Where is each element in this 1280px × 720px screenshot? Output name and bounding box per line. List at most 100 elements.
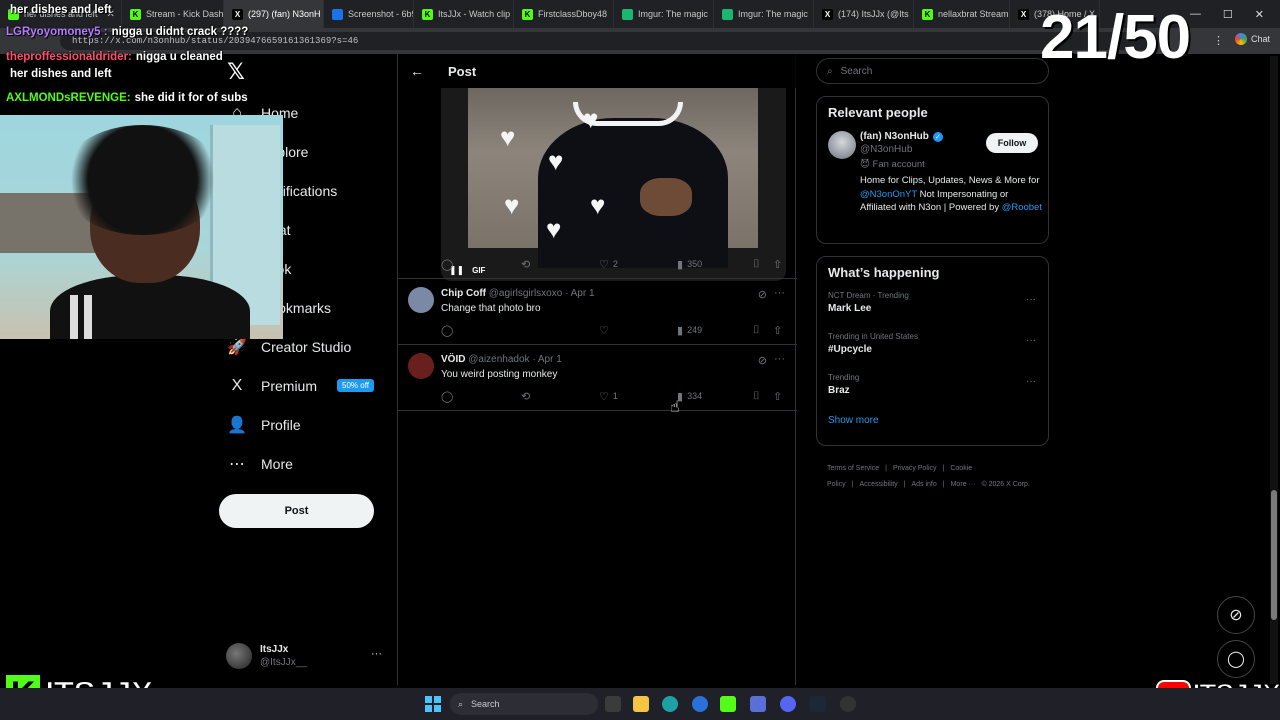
footer-link[interactable]: © 2026 X Corp. xyxy=(981,481,1029,488)
tab-favicon-icon: K xyxy=(522,8,533,20)
chat-text: she did it for of subs xyxy=(134,92,248,104)
show-more-link[interactable]: Show more xyxy=(817,411,1048,436)
more-options-icon[interactable]: ··· xyxy=(774,353,785,365)
views-action[interactable]: ▮ 350 xyxy=(677,258,753,271)
search-icon: ⌕ xyxy=(827,65,833,77)
views-action[interactable]: ▮ 249 xyxy=(677,324,753,337)
browser-menu-icon[interactable]: ⋮ xyxy=(1213,34,1224,47)
chat-button[interactable]: Chat xyxy=(1234,33,1270,45)
like-action[interactable]: ♡ 2 xyxy=(599,258,677,271)
bookmark-icon: ⌷ xyxy=(753,323,760,336)
browser-tab[interactable]: Imgur: The magic✕ xyxy=(614,0,714,28)
reply-action[interactable]: ◯ xyxy=(441,258,521,271)
account-more-icon[interactable]: ··· xyxy=(371,648,382,660)
bookmark-action[interactable]: ⌷ xyxy=(753,390,773,403)
footer-link[interactable]: Ads info xyxy=(911,481,936,488)
nav-item-more[interactable]: ⋯ More xyxy=(218,444,393,483)
share-action[interactable]: ⇧ xyxy=(773,324,782,337)
windows-start-icon[interactable] xyxy=(425,696,441,712)
repost-icon: ⟲ xyxy=(521,258,531,271)
reply-icon: ◯ xyxy=(441,324,454,337)
discord-icon[interactable] xyxy=(780,696,796,712)
follow-button[interactable]: Follow xyxy=(986,133,1038,153)
reply-post[interactable]: VÖID @aizenhadok · Apr 1 ⊘ ··· You weird… xyxy=(398,345,797,411)
footer-link[interactable]: Terms of Service xyxy=(827,465,879,472)
mention-link[interactable]: @Roobet xyxy=(1002,202,1042,213)
search-input[interactable]: ⌕ Search xyxy=(816,58,1049,84)
app-icon[interactable] xyxy=(692,696,708,712)
task-view-icon[interactable] xyxy=(605,696,621,712)
more-options-icon[interactable]: ··· xyxy=(1026,335,1036,346)
more-options-icon[interactable]: ··· xyxy=(1026,294,1036,305)
browser-tab[interactable]: KItsJJx - Watch clip✕ xyxy=(414,0,514,28)
reply-author-handle: @agirlsgirlsxoxo xyxy=(488,288,563,299)
nav-item-premium[interactable]: X Premium 50% off xyxy=(218,366,393,405)
nav-item-profile[interactable]: 👤 Profile xyxy=(218,405,393,444)
steam-icon[interactable] xyxy=(810,696,826,712)
repost-action[interactable]: ⟲ xyxy=(521,258,599,271)
grok-analyze-icon[interactable]: ⊘ xyxy=(758,288,767,301)
footer-separator: | xyxy=(942,481,945,488)
minimize-icon[interactable]: — xyxy=(1190,8,1201,20)
bio-text: Home for Clips, Updates, News & More for xyxy=(860,175,1040,186)
reply-date: · Apr 1 xyxy=(532,354,562,365)
trend-item[interactable]: NCT Dream · Trending Mark Lee ··· xyxy=(817,288,1048,329)
browser-tab[interactable]: KFirstclassDboy48✕ xyxy=(514,0,614,28)
kick-app-icon[interactable] xyxy=(720,696,736,712)
mention-link[interactable]: @N3onOnYT xyxy=(860,189,917,200)
trend-item[interactable]: Trending Braz ··· xyxy=(817,370,1048,411)
reply-action[interactable]: ◯ xyxy=(441,324,521,337)
share-action[interactable]: ⇧ xyxy=(773,258,782,271)
avatar[interactable] xyxy=(828,131,856,159)
footer-link[interactable]: Accessibility xyxy=(860,481,898,488)
like-action[interactable]: ♡ 1 xyxy=(599,390,677,403)
reply-action[interactable]: ◯ xyxy=(441,390,521,403)
more-options-icon[interactable]: ··· xyxy=(1026,376,1036,387)
repost-action[interactable]: ⟲ xyxy=(521,390,599,403)
maximize-icon[interactable]: ☐ xyxy=(1223,8,1233,21)
taskbar-search[interactable]: ⌕ Search xyxy=(450,693,598,715)
reply-author-handle: @aizenhadok xyxy=(468,354,530,365)
close-window-icon[interactable]: ✕ xyxy=(1255,8,1264,21)
post-gif[interactable]: ♥ ♥ ♥ ♥ ♥ ♥ ❚❚ GIF xyxy=(441,88,786,281)
like-action[interactable]: ♡ xyxy=(599,324,677,337)
browser-tab[interactable]: Screenshot - 6b9✕ xyxy=(324,0,414,28)
reply-post[interactable]: Chip Coff @agirlsgirlsxoxo · Apr 1 ⊘ ···… xyxy=(398,279,797,345)
post-button[interactable]: Post xyxy=(219,494,374,528)
tab-label: nellaxbrat Stream xyxy=(938,9,1009,19)
footer-link[interactable]: Privacy Policy xyxy=(893,465,937,472)
file-explorer-icon[interactable] xyxy=(633,696,649,712)
reply-author-name[interactable]: VÖID xyxy=(441,354,465,365)
browser-tab[interactable]: Knellaxbrat Stream✕ xyxy=(914,0,1010,28)
tab-label: FirstclassDboy48 xyxy=(538,9,608,19)
heart-outline-icon: ♡ xyxy=(599,390,609,403)
relevant-person[interactable]: (fan) N3onHub ✓ @N3onHub Follow 😈 Fan ac… xyxy=(817,128,1048,238)
browser-tab[interactable]: Imgur: The magic✕ xyxy=(714,0,814,28)
reply-author-name[interactable]: Chip Coff xyxy=(441,288,486,299)
trend-item[interactable]: Trending in United States #Upcycle ··· xyxy=(817,329,1048,370)
tab-favicon-icon: X xyxy=(1018,8,1029,20)
back-arrow-icon[interactable]: ← xyxy=(410,63,424,79)
bookmark-icon: ⌷ xyxy=(753,389,760,402)
fan-account-label: 😈 Fan account xyxy=(860,159,925,170)
view-count: 334 xyxy=(687,391,703,401)
avatar[interactable] xyxy=(408,287,434,313)
bookmark-action[interactable]: ⌷ xyxy=(753,258,773,271)
grok-analyze-icon[interactable]: ⊘ xyxy=(758,354,767,367)
messages-icon[interactable]: ◯ xyxy=(1217,640,1255,678)
more-options-icon[interactable]: ··· xyxy=(774,287,785,299)
chat-text: her dishes and left xyxy=(10,4,112,16)
avatar[interactable] xyxy=(408,353,434,379)
edge-icon[interactable] xyxy=(662,696,678,712)
footer-link[interactable]: More ··· xyxy=(951,481,976,488)
grok-icon[interactable]: ⊘ xyxy=(1217,596,1255,634)
views-action[interactable]: ▮ 334 xyxy=(677,390,753,403)
share-action[interactable]: ⇧ xyxy=(773,390,782,403)
chat-message: AXLMONDsREVENGE: she did it for of subs xyxy=(6,92,248,104)
account-switcher[interactable]: ItsJJx @ItsJJx__ ··· xyxy=(226,640,386,672)
scrollbar-thumb[interactable] xyxy=(1271,490,1277,620)
browser-tab[interactable]: X(174) ItsJJx (@Its✕ xyxy=(814,0,914,28)
bookmark-action[interactable]: ⌷ xyxy=(753,324,773,337)
obs-icon[interactable] xyxy=(840,696,856,712)
app-icon[interactable] xyxy=(750,696,766,712)
